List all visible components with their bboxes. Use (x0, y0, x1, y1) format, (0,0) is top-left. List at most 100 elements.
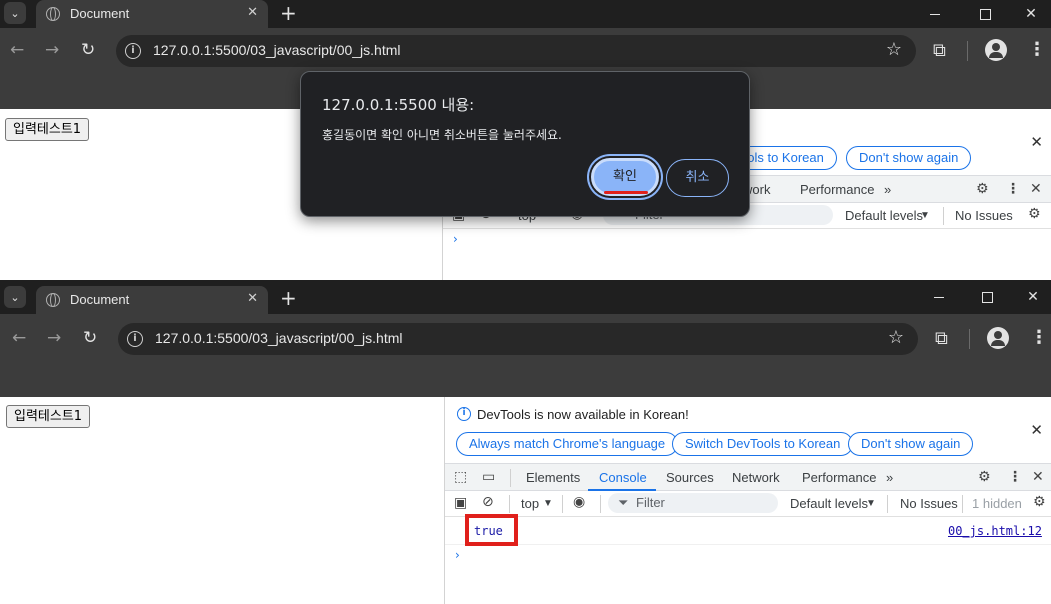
issues-counter[interactable]: No Issues (900, 496, 958, 511)
browser-menu-icon[interactable]: ⋮ (1030, 327, 1048, 348)
context-select[interactable]: top (521, 496, 539, 511)
sidebar-toggle-icon[interactable]: ▣ (454, 495, 467, 511)
window-close-icon[interactable]: ✕ (1010, 283, 1051, 311)
profile-avatar-icon[interactable] (987, 327, 1009, 349)
cancel-button[interactable]: 취소 (666, 159, 729, 197)
settings-gear-icon[interactable]: ⚙ (978, 469, 991, 485)
toolbar-divider (887, 495, 888, 513)
levels-chevron-icon[interactable]: ▼ (920, 210, 930, 221)
new-tab-button[interactable]: + (280, 286, 297, 310)
toolbar-divider (969, 329, 970, 349)
globe-icon (46, 7, 60, 21)
address-bar[interactable]: i 127.0.0.1:5500/03_javascript/00_js.htm… (116, 35, 916, 67)
log-source-link[interactable]: 00_js.html:12 (948, 524, 1042, 538)
minimize-icon[interactable] (916, 283, 962, 311)
switch-korean-button[interactable]: ools to Korean (736, 146, 837, 170)
console-toolbar: ▣ ⊘ top ▼ ◉ ⏷ Filter Default levels ▼ No… (445, 491, 1051, 517)
tab-sources[interactable]: Sources (666, 470, 714, 485)
levels-chevron-icon[interactable]: ▼ (866, 498, 876, 509)
console-settings-icon[interactable]: ⚙ (1028, 206, 1041, 222)
toolbar-divider (943, 207, 944, 225)
input-test-button[interactable]: 입력테스트1 (5, 118, 90, 141)
console-settings-icon[interactable]: ⚙ (1033, 494, 1046, 510)
devtools-panel: i DevTools is now available in Korean! A… (444, 397, 1051, 604)
extensions-icon[interactable]: ⧉ (933, 40, 946, 61)
console-prompt-icon[interactable]: › (453, 232, 458, 246)
filter-icon: ⏷ (618, 495, 629, 510)
tab-elements[interactable]: Elements (526, 470, 580, 485)
devtools-banner-message: DevTools is now available in Korean! (477, 407, 689, 422)
live-expression-eye-icon[interactable]: ◉ (573, 494, 585, 510)
reload-icon[interactable]: ↻ (81, 40, 95, 60)
always-match-language-button[interactable]: Always match Chrome's language (456, 432, 679, 456)
browser-menu-icon[interactable]: ⋮ (1028, 39, 1046, 60)
tab-network[interactable]: Network (732, 470, 780, 485)
console-prompt-icon[interactable]: › (455, 548, 460, 562)
devtools-menu-icon[interactable]: ⋮ (1006, 181, 1020, 197)
devtools-menu-icon[interactable]: ⋮ (1008, 469, 1022, 485)
ok-underline-annotation (604, 191, 648, 194)
forward-arrow-icon[interactable]: → (45, 40, 59, 60)
maximize-icon[interactable] (962, 0, 1008, 28)
maximize-icon[interactable] (964, 283, 1010, 311)
extensions-icon[interactable]: ⧉ (935, 328, 948, 349)
dialog-message: 홍길동이면 확인 아니면 취소버튼을 눌러주세요. (322, 128, 562, 142)
hidden-messages-count: 1 hidden (972, 496, 1022, 511)
input-test-button[interactable]: 입력테스트1 (6, 405, 91, 428)
toolbar-divider (600, 495, 601, 513)
window-close-icon[interactable]: ✕ (1008, 0, 1051, 28)
log-levels-select[interactable]: Default levels (790, 496, 868, 511)
back-arrow-icon[interactable]: ← (12, 328, 26, 348)
issues-counter[interactable]: No Issues (955, 208, 1013, 223)
address-bar[interactable]: i 127.0.0.1:5500/03_javascript/00_js.htm… (118, 323, 918, 355)
filter-placeholder: Filter (636, 495, 665, 510)
toolbar-divider (967, 41, 968, 61)
banner-close-icon[interactable]: ✕ (1030, 421, 1043, 439)
tab-title: Document (70, 6, 130, 21)
tab-console[interactable]: Console (599, 470, 647, 485)
info-icon: i (457, 407, 471, 421)
settings-gear-icon[interactable]: ⚙ (976, 181, 989, 197)
new-tab-button[interactable]: + (280, 1, 297, 25)
dialog-title: 127.0.0.1:5500 내용: (322, 96, 475, 114)
inspect-element-icon[interactable]: ⬚ (454, 469, 467, 485)
console-filter-input[interactable]: ⏷ Filter (608, 493, 778, 513)
banner-close-icon[interactable]: ✕ (1030, 133, 1043, 151)
site-info-icon[interactable]: i (125, 43, 141, 59)
devtools-tabs: ⬚ ▭ Elements Console Sources Network Per… (445, 463, 1051, 491)
more-tabs-icon[interactable]: » (884, 182, 891, 197)
more-tabs-icon[interactable]: » (886, 470, 893, 485)
browser-tab[interactable]: Document ✕ (36, 286, 268, 314)
dont-show-again-button[interactable]: Don't show again (848, 432, 974, 456)
tab-close-icon[interactable]: ✕ (247, 291, 258, 306)
tab-strip: ⌄ Document ✕ + ✕ (0, 0, 1051, 28)
context-chevron-icon[interactable]: ▼ (543, 498, 553, 509)
browser-tab[interactable]: Document ✕ (36, 0, 268, 28)
tab-performance[interactable]: Performance (802, 470, 876, 485)
bookmark-star-icon[interactable]: ☆ (886, 39, 902, 60)
devtools-close-icon[interactable]: ✕ (1032, 469, 1044, 485)
tab-close-icon[interactable]: ✕ (247, 5, 258, 20)
tab-performance[interactable]: Performance (800, 182, 874, 197)
log-levels-select[interactable]: Default levels (845, 208, 923, 223)
toolbar-divider (962, 495, 963, 513)
toolbar-divider (509, 495, 510, 513)
bookmark-star-icon[interactable]: ☆ (888, 327, 904, 348)
profile-avatar-icon[interactable] (985, 39, 1007, 61)
tab-search-icon[interactable]: ⌄ (4, 2, 26, 24)
minimize-icon[interactable] (912, 0, 958, 28)
dont-show-again-button[interactable]: Don't show again (846, 146, 972, 170)
screenshot-console-result: ⌄ Document ✕ + ✕ ← → ↻ i 127.0.0.1:5500/… (0, 280, 1051, 604)
switch-korean-button[interactable]: Switch DevTools to Korean (672, 432, 854, 456)
console-log-row: true 00_js.html:12 (445, 517, 1051, 545)
tab-search-icon[interactable]: ⌄ (4, 286, 26, 308)
back-arrow-icon[interactable]: ← (10, 40, 24, 60)
device-toolbar-icon[interactable]: ▭ (482, 469, 495, 485)
site-info-icon[interactable]: i (127, 331, 143, 347)
globe-icon (46, 293, 60, 307)
reload-icon[interactable]: ↻ (83, 328, 97, 348)
clear-console-icon[interactable]: ⊘ (482, 494, 494, 510)
devtools-close-icon[interactable]: ✕ (1030, 181, 1042, 197)
forward-arrow-icon[interactable]: → (47, 328, 61, 348)
url-text: 127.0.0.1:5500/03_javascript/00_js.html (155, 330, 403, 346)
